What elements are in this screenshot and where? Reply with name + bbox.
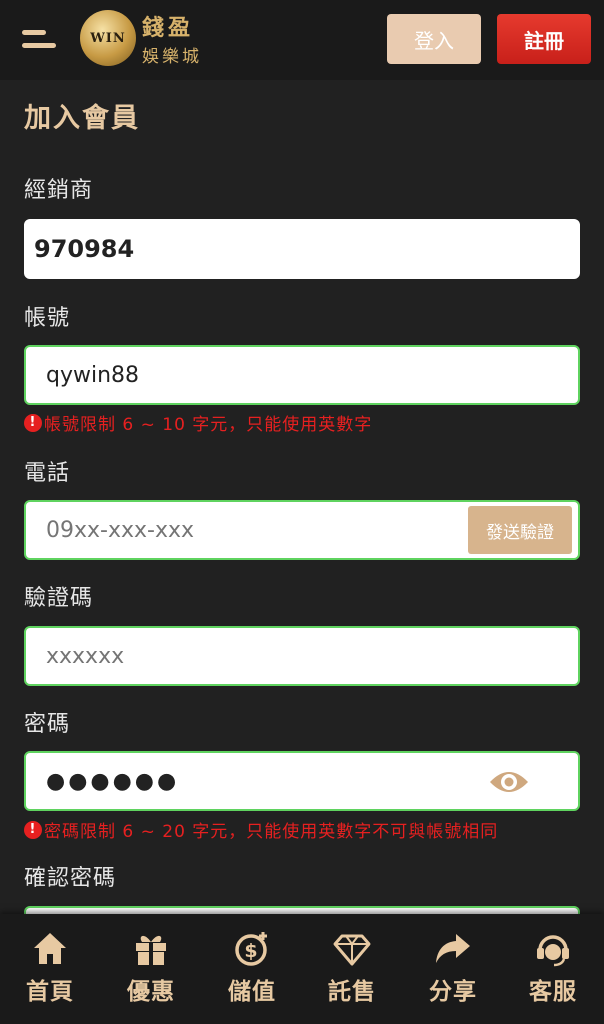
share-icon <box>436 934 470 963</box>
phone-label: 電話 <box>24 461 71 486</box>
svg-text:$: $ <box>244 940 257 962</box>
deposit-icon: $ <box>235 932 267 966</box>
header: WIN 錢盈 娛樂城 登入 註冊 <box>0 0 604 80</box>
menu-icon[interactable] <box>22 28 58 54</box>
account-hint-text: 帳號限制 6 ~ 10 字元，只能使用英數字 <box>44 415 373 435</box>
brand-subtitle: 娛樂城 <box>142 47 202 67</box>
account-hint: ! 帳號限制 6 ~ 10 字元，只能使用英數字 <box>24 410 372 435</box>
account-label: 帳號 <box>24 306 71 331</box>
diamond-icon <box>333 934 371 966</box>
error-icon: ! <box>24 413 42 432</box>
login-button[interactable]: 登入 <box>387 14 481 64</box>
nav-item-home[interactable]: 首頁 <box>0 930 100 1020</box>
password-hint: ! 密碼限制 6 ~ 20 字元，只能使用英數字不可與帳號相同 <box>24 817 498 842</box>
page-title: 加入會員 <box>24 103 140 134</box>
error-icon: ! <box>24 820 42 839</box>
phone-field[interactable]: 發送驗證 <box>24 500 580 560</box>
account-field[interactable] <box>24 345 580 405</box>
nav-label-support: 客服 <box>529 979 577 1005</box>
verify-label: 驗證碼 <box>24 586 94 611</box>
dealer-label: 經銷商 <box>24 178 94 203</box>
nav-item-consign[interactable]: 託售 <box>302 930 402 1020</box>
nav-item-share[interactable]: 分享 <box>403 930 503 1020</box>
verify-input[interactable] <box>26 628 578 684</box>
verify-field[interactable] <box>24 626 580 686</box>
nav-label-consign: 託售 <box>328 979 376 1005</box>
eye-icon[interactable] <box>488 768 530 796</box>
home-icon <box>34 933 66 964</box>
nav-label-promotions: 優惠 <box>127 979 175 1005</box>
dealer-field[interactable] <box>24 219 580 279</box>
nav-item-promotions[interactable]: 優惠 <box>101 930 201 1020</box>
send-code-button[interactable]: 發送驗證 <box>468 506 572 554</box>
logo-mark: WIN <box>90 30 126 46</box>
password-field[interactable] <box>24 751 580 811</box>
register-button[interactable]: 註冊 <box>497 14 591 64</box>
brand-logo[interactable]: WIN <box>80 10 136 66</box>
nav-label-home: 首頁 <box>26 979 74 1005</box>
nav-item-deposit[interactable]: $ 儲值 <box>202 930 302 1020</box>
password-hint-text: 密碼限制 6 ~ 20 字元，只能使用英數字不可與帳號相同 <box>44 822 499 842</box>
account-input[interactable] <box>26 347 578 403</box>
gift-icon <box>136 935 166 965</box>
dealer-input[interactable] <box>26 221 578 277</box>
password-label: 密碼 <box>24 712 71 737</box>
support-icon <box>537 935 569 967</box>
nav-item-support[interactable]: 客服 <box>503 930 603 1020</box>
confirm-password-label: 確認密碼 <box>24 866 117 891</box>
bottom-nav: 首頁 優惠 $ 儲值 託售 分享 客服 <box>0 914 604 1024</box>
nav-label-share: 分享 <box>429 979 477 1005</box>
brand-name: 錢盈 <box>142 15 195 41</box>
nav-label-deposit: 儲值 <box>228 979 276 1005</box>
